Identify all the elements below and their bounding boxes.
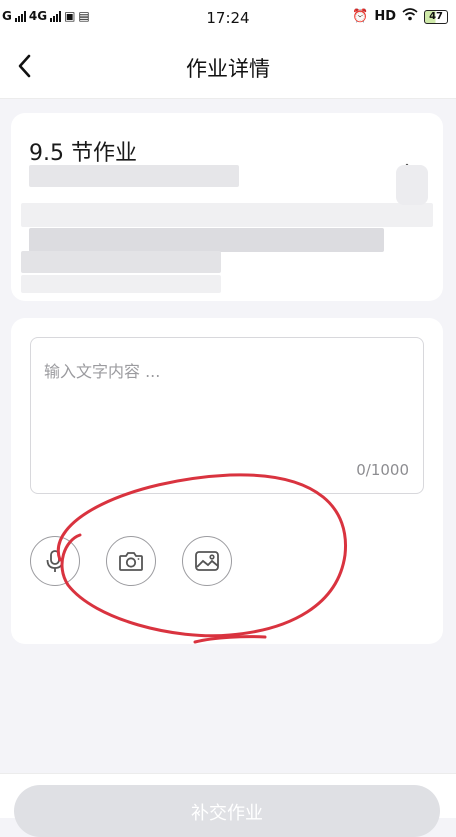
microphone-icon <box>46 550 64 572</box>
image-icon <box>195 551 219 571</box>
homework-info-card: 9.5 节作业 <box>11 113 443 301</box>
content-input[interactable]: 输入文字内容 ... 0/1000 <box>30 337 424 494</box>
bottom-bar: 补交作业 <box>0 773 456 837</box>
camera-button[interactable] <box>106 536 156 586</box>
image-button[interactable] <box>182 536 232 586</box>
page-title: 作业详情 <box>186 57 270 81</box>
submit-homework-button[interactable]: 补交作业 <box>14 785 440 837</box>
voice-button[interactable] <box>30 536 80 586</box>
alarm-icon: ⏰ <box>352 9 369 24</box>
wifi-icon <box>402 8 418 25</box>
input-placeholder: 输入文字内容 ... <box>44 362 161 381</box>
hd-label: HD <box>374 9 397 24</box>
nav-header: 作业详情 <box>0 36 456 99</box>
status-right: ⏰ HD 47 <box>352 8 448 25</box>
submission-card: 输入文字内容 ... 0/1000 <box>11 318 443 644</box>
char-counter: 0/1000 <box>356 461 409 479</box>
camera-icon <box>119 552 143 571</box>
status-bar: G 4G ▣ ▤ 17:24 ⏰ HD 47 <box>0 0 456 36</box>
battery-icon: 47 <box>424 9 448 24</box>
homework-title: 9.5 节作业 <box>29 141 137 166</box>
